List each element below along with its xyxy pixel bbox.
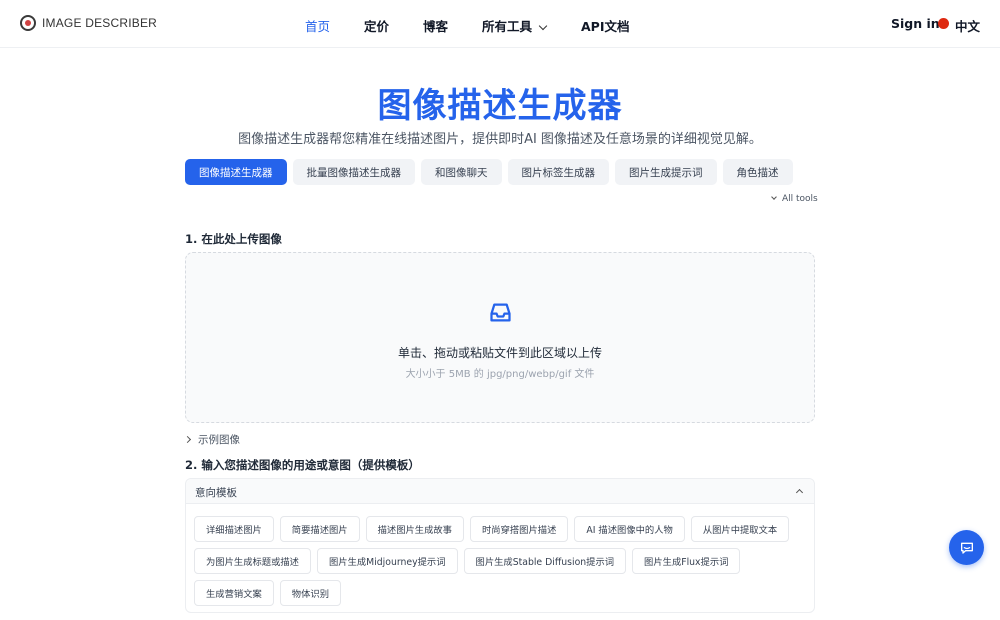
template-chip[interactable]: 时尚穿搭图片描述	[469, 516, 569, 542]
chevron-right-icon	[183, 435, 192, 444]
upload-section-label: 1. 在此处上传图像	[185, 232, 282, 246]
all-tools-label: All tools	[782, 194, 818, 204]
tab-image-prompt-generator[interactable]: 图片生成提示词	[615, 159, 717, 185]
all-tools-toggle[interactable]: All tools	[771, 194, 818, 204]
template-chip[interactable]: AI 描述图像中的人物	[574, 516, 685, 542]
page-subtitle: 图像描述生成器帮您精准在线描述图片，提供即时AI 图像描述及任意场景的详细视觉见…	[238, 132, 762, 147]
template-chip[interactable]: 图片生成Flux提示词	[632, 548, 741, 574]
chat-bubble-icon	[960, 542, 973, 554]
intent-templates-header[interactable]: 意向模板	[186, 479, 814, 504]
dropzone-hint: 大小小于 5MB 的 jpg/png/webp/gif 文件	[405, 369, 595, 380]
chevron-up-icon	[795, 488, 804, 497]
tab-chat-with-image[interactable]: 和图像聊天	[421, 159, 502, 185]
main-nav: 首页 定价 博客 所有工具 API文档	[0, 16, 1000, 35]
template-chip[interactable]: 图片生成Stable Diffusion提示词	[463, 548, 627, 574]
intent-templates-panel: 意向模板 详细描述图片 简要描述图片 描述图片生成故事 时尚穿搭图片描述 AI …	[185, 478, 815, 613]
upload-dropzone[interactable]: 单击、拖动或粘贴文件到此区域以上传 大小小于 5MB 的 jpg/png/web…	[185, 252, 815, 423]
tab-image-tag-generator[interactable]: 图片标签生成器	[507, 159, 609, 185]
intent-templates-title: 意向模板	[195, 487, 237, 499]
tab-image-describer[interactable]: 图像描述生成器	[185, 159, 287, 185]
template-chip[interactable]: 从图片中提取文本	[690, 516, 790, 542]
top-header: IMAGE DESCRIBER 首页 定价 博客 所有工具 API文档 Sign…	[0, 0, 1000, 48]
example-images-toggle[interactable]: 示例图像	[183, 432, 240, 447]
nav-pricing[interactable]: 定价	[364, 16, 389, 35]
template-chip[interactable]: 为图片生成标题或描述	[194, 548, 311, 574]
purpose-section-label: 2. 输入您描述图像的用途或意图（提供模板）	[185, 458, 420, 472]
template-chips: 详细描述图片 简要描述图片 描述图片生成故事 时尚穿搭图片描述 AI 描述图像中…	[194, 516, 794, 606]
china-flag-icon[interactable]	[938, 18, 949, 29]
chat-support-button[interactable]	[949, 530, 984, 565]
sign-in-link[interactable]: Sign in	[891, 16, 940, 31]
tab-character-description[interactable]: 角色描述	[722, 159, 793, 185]
chevron-down-icon	[538, 21, 548, 31]
template-chip[interactable]: 描述图片生成故事	[365, 516, 464, 542]
template-chip[interactable]: 生成营销文案	[194, 580, 274, 606]
example-images-label: 示例图像	[198, 434, 240, 446]
language-selector[interactable]: 中文	[955, 16, 980, 35]
page-title: 图像描述生成器	[377, 86, 623, 126]
template-chip[interactable]: 详细描述图片	[194, 516, 274, 542]
chevron-down-icon	[771, 194, 777, 200]
template-chip[interactable]: 图片生成Midjourney提示词	[316, 548, 458, 574]
nav-api-docs[interactable]: API文档	[581, 16, 630, 35]
nav-blog[interactable]: 博客	[423, 16, 448, 35]
tool-tabs: 图像描述生成器 批量图像描述生成器 和图像聊天 图片标签生成器 图片生成提示词 …	[185, 159, 793, 185]
template-chip[interactable]: 物体识别	[279, 580, 341, 606]
inbox-icon	[490, 303, 511, 322]
nav-home[interactable]: 首页	[305, 16, 330, 35]
tab-batch-describer[interactable]: 批量图像描述生成器	[292, 159, 415, 185]
nav-all-tools[interactable]: 所有工具	[482, 16, 548, 35]
nav-all-tools-label: 所有工具	[482, 19, 533, 34]
dropzone-main-text: 单击、拖动或粘贴文件到此区域以上传	[397, 346, 602, 360]
template-chip[interactable]: 简要描述图片	[279, 516, 360, 542]
